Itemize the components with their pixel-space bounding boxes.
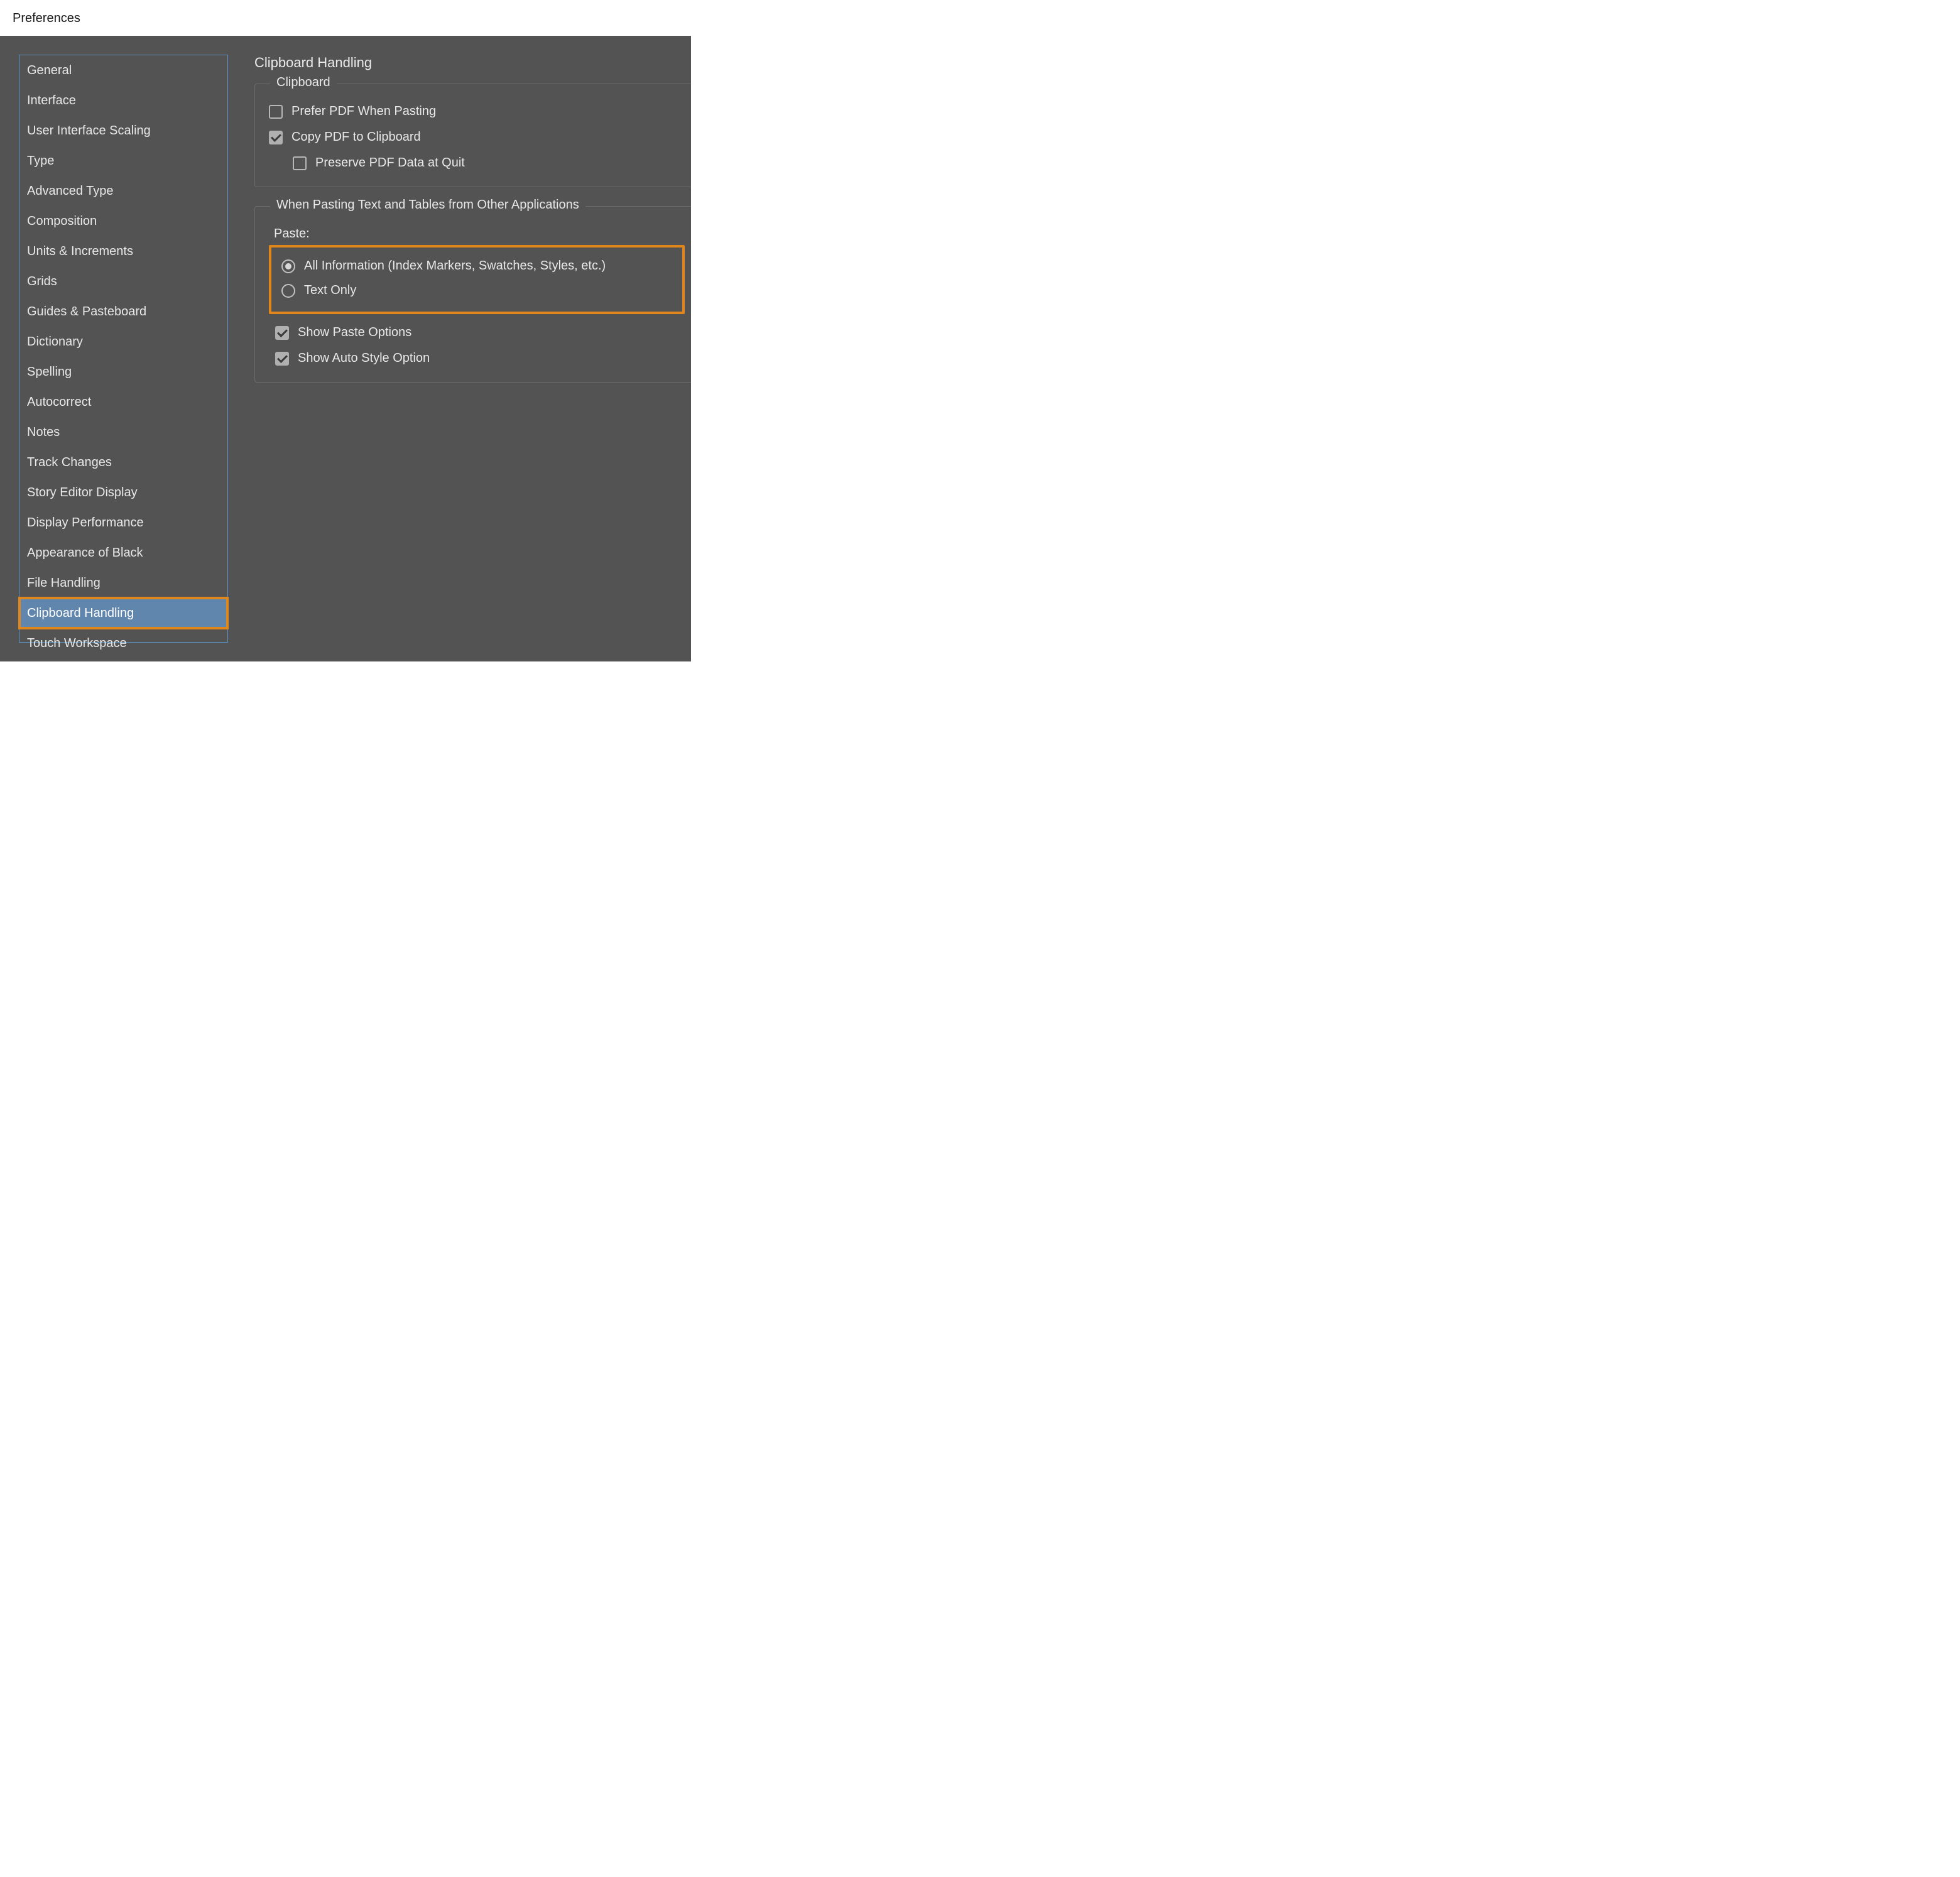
paste-radio-group: All Information (Index Markers, Swatches… bbox=[269, 245, 685, 314]
sidebar-item-type[interactable]: Type bbox=[19, 146, 227, 176]
preserve-pdf-row[interactable]: Preserve PDF Data at Quit bbox=[293, 156, 685, 170]
preserve-pdf-label: Preserve PDF Data at Quit bbox=[315, 156, 465, 170]
main-area: General Interface User Interface Scaling… bbox=[0, 36, 691, 661]
show-paste-options-label: Show Paste Options bbox=[298, 325, 411, 340]
sidebar-item-advanced-type[interactable]: Advanced Type bbox=[19, 176, 227, 206]
pasting-fieldset: When Pasting Text and Tables from Other … bbox=[254, 206, 691, 383]
copy-pdf-label: Copy PDF to Clipboard bbox=[291, 130, 421, 144]
radio-all-information-input[interactable] bbox=[281, 259, 295, 273]
panel-title: Clipboard Handling bbox=[254, 55, 691, 71]
sidebar-item-dictionary[interactable]: Dictionary bbox=[19, 327, 227, 357]
radio-text-only[interactable]: Text Only bbox=[279, 278, 676, 303]
prefer-pdf-checkbox[interactable] bbox=[269, 105, 283, 119]
prefer-pdf-label: Prefer PDF When Pasting bbox=[291, 104, 436, 119]
show-auto-style-checkbox[interactable] bbox=[275, 352, 289, 366]
sidebar-item-clipboard-handling[interactable]: Clipboard Handling bbox=[19, 598, 227, 628]
prefer-pdf-row[interactable]: Prefer PDF When Pasting bbox=[269, 104, 685, 119]
sidebar-item-display-performance[interactable]: Display Performance bbox=[19, 508, 227, 538]
copy-pdf-checkbox[interactable] bbox=[269, 131, 283, 144]
copy-pdf-row[interactable]: Copy PDF to Clipboard bbox=[269, 130, 685, 144]
pasting-legend: When Pasting Text and Tables from Other … bbox=[270, 198, 585, 212]
clipboard-legend: Clipboard bbox=[270, 75, 337, 90]
radio-all-information[interactable]: All Information (Index Markers, Swatches… bbox=[279, 254, 676, 278]
show-auto-style-label: Show Auto Style Option bbox=[298, 351, 430, 366]
sidebar-item-ui-scaling[interactable]: User Interface Scaling bbox=[19, 116, 227, 146]
sidebar-item-file-handling[interactable]: File Handling bbox=[19, 568, 227, 598]
preserve-pdf-checkbox[interactable] bbox=[293, 156, 307, 170]
paste-label: Paste: bbox=[274, 227, 685, 241]
sidebar-item-appearance-of-black[interactable]: Appearance of Black bbox=[19, 538, 227, 568]
radio-text-only-input[interactable] bbox=[281, 284, 295, 298]
sidebar-item-notes[interactable]: Notes bbox=[19, 417, 227, 447]
sidebar-item-autocorrect[interactable]: Autocorrect bbox=[19, 387, 227, 417]
sidebar-item-guides-pasteboard[interactable]: Guides & Pasteboard bbox=[19, 297, 227, 327]
radio-text-only-label: Text Only bbox=[304, 283, 356, 298]
show-paste-options-row[interactable]: Show Paste Options bbox=[275, 325, 685, 340]
show-paste-options-checkbox[interactable] bbox=[275, 326, 289, 340]
sidebar-item-spelling[interactable]: Spelling bbox=[19, 357, 227, 387]
content-panel: Clipboard Handling Clipboard Prefer PDF … bbox=[254, 55, 691, 643]
sidebar-item-touch-workspace[interactable]: Touch Workspace bbox=[19, 628, 227, 658]
sidebar-item-interface[interactable]: Interface bbox=[19, 85, 227, 116]
clipboard-fieldset: Clipboard Prefer PDF When Pasting Copy P… bbox=[254, 84, 691, 187]
radio-all-information-label: All Information (Index Markers, Swatches… bbox=[304, 259, 606, 273]
sidebar-item-composition[interactable]: Composition bbox=[19, 206, 227, 236]
sidebar-item-general[interactable]: General bbox=[19, 55, 227, 85]
sidebar-item-grids[interactable]: Grids bbox=[19, 266, 227, 297]
window-title: Preferences bbox=[0, 0, 691, 36]
sidebar-item-story-editor-display[interactable]: Story Editor Display bbox=[19, 477, 227, 508]
show-auto-style-row[interactable]: Show Auto Style Option bbox=[275, 351, 685, 366]
preferences-sidebar: General Interface User Interface Scaling… bbox=[19, 55, 228, 643]
sidebar-item-track-changes[interactable]: Track Changes bbox=[19, 447, 227, 477]
sidebar-item-units-increments[interactable]: Units & Increments bbox=[19, 236, 227, 266]
